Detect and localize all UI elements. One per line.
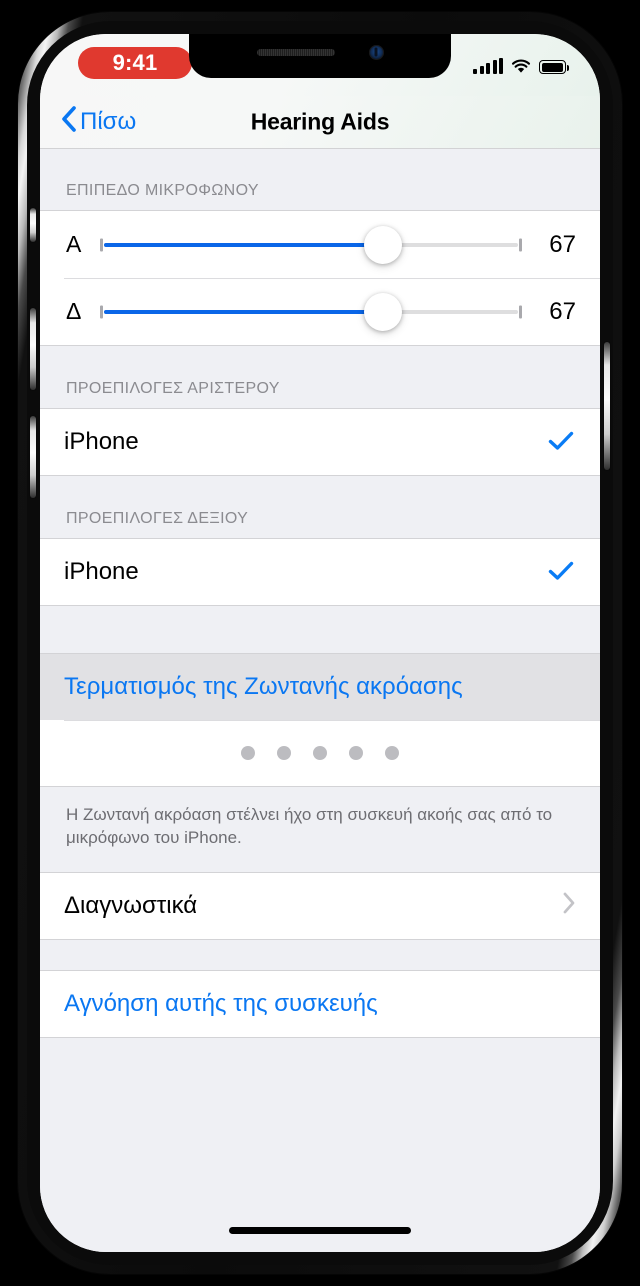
wifi-icon (511, 59, 531, 74)
mic-level-row-right[interactable]: Δ 67 (40, 278, 600, 345)
left-mic-level-slider[interactable] (100, 225, 522, 264)
live-listen-group: Τερματισμός της Ζωντανής ακρόασης (40, 653, 600, 787)
diagnostics-row[interactable]: Διαγνωστικά (40, 872, 600, 939)
slider-track (104, 309, 518, 314)
section-header-right-presets: ΠΡΟΕΠΙΛΟΓΕΣ ΔΕΞΙΟΥ (40, 476, 600, 538)
checkmark-icon (548, 559, 574, 585)
side-power-button[interactable] (604, 342, 610, 470)
page-title: Hearing Aids (250, 108, 390, 135)
left-presets-group: iPhone (40, 408, 600, 476)
right-side-label: Δ (66, 298, 82, 324)
chevron-right-icon (562, 891, 576, 920)
live-listen-level-indicator (40, 720, 600, 786)
checkmark-icon (548, 429, 574, 455)
right-preset-label: iPhone (64, 558, 139, 585)
slider-fill (104, 242, 382, 247)
mic-level-row-left[interactable]: Α 67 (40, 211, 600, 278)
right-presets-group: iPhone (40, 538, 600, 606)
slider-thumb[interactable] (363, 292, 402, 331)
home-indicator[interactable] (229, 1227, 411, 1234)
iphone-screen: 9:41 Πίσω Hearing Aids ΕΠΙΠΕΔΟ ΜΙΚΡΟΦΩΝΟ… (40, 34, 600, 1252)
level-dot (277, 746, 291, 760)
settings-list[interactable]: ΕΠΙΠΕΔΟ ΜΙΚΡΟΦΩΝΟΥ Α 67 Δ 67 ΠΡΟΕΠΙΛΟΓΕΣ… (40, 148, 600, 1252)
volume-down-button[interactable] (30, 416, 36, 498)
slider-fill (104, 309, 382, 314)
diagnostics-label: Διαγνωστικά (64, 891, 198, 919)
forget-device-label: Αγνόηση αυτής της συσκευής (64, 989, 378, 1017)
stop-live-listen-label: Τερματισμός της Ζωντανής ακρόασης (64, 673, 463, 700)
section-header-left-presets: ΠΡΟΕΠΙΛΟΓΕΣ ΑΡΙΣΤΕΡΟΥ (40, 346, 600, 408)
right-preset-row-iphone[interactable]: iPhone (40, 539, 600, 605)
screenshot-stage: 9:41 Πίσω Hearing Aids ΕΠΙΠΕΔΟ ΜΙΚΡΟΦΩΝΟ… (0, 0, 640, 1286)
left-mic-level-value: 67 (549, 230, 576, 258)
level-dot (349, 746, 363, 760)
status-bar-indicators (473, 54, 569, 74)
cellular-bars-icon (473, 58, 503, 74)
front-camera-icon (368, 44, 384, 60)
volume-up-button[interactable] (30, 308, 36, 390)
right-mic-level-value: 67 (549, 297, 576, 325)
navigation-bar: Πίσω Hearing Aids (40, 96, 600, 149)
level-dot (385, 746, 399, 760)
slider-min-cap-icon (100, 238, 103, 251)
battery-full-icon (539, 60, 569, 74)
left-preset-row-iphone[interactable]: iPhone (40, 409, 600, 475)
section-spacer (40, 606, 600, 653)
slider-min-cap-icon (100, 305, 103, 318)
left-preset-label: iPhone (64, 428, 139, 455)
slider-track (104, 242, 518, 247)
recording-time-pill: 9:41 (78, 47, 192, 79)
section-header-mic-level: ΕΠΙΠΕΔΟ ΜΙΚΡΟΦΩΝΟΥ (40, 148, 600, 210)
slider-thumb[interactable] (363, 225, 402, 264)
live-listen-footnote: Η Ζωντανή ακρόαση στέλνει ήχο στη συσκευ… (40, 787, 600, 872)
device-notch (189, 34, 451, 78)
mic-level-group: Α 67 Δ 67 (40, 210, 600, 346)
forget-device-group: Αγνόηση αυτής της συσκευής (40, 969, 600, 1038)
earpiece-speaker-icon (256, 48, 335, 56)
mute-switch-button[interactable] (30, 208, 36, 242)
forget-device-button[interactable]: Αγνόηση αυτής της συσκευής (40, 970, 600, 1037)
slider-max-cap-icon (519, 238, 522, 251)
right-mic-level-slider[interactable] (100, 292, 522, 331)
diagnostics-group: Διαγνωστικά (40, 871, 600, 940)
stop-live-listen-button[interactable]: Τερματισμός της Ζωντανής ακρόασης (40, 654, 600, 720)
section-spacer (40, 939, 600, 970)
slider-max-cap-icon (519, 305, 522, 318)
iphone-device-frame: 9:41 Πίσω Hearing Aids ΕΠΙΠΕΔΟ ΜΙΚΡΟΦΩΝΟ… (18, 12, 622, 1274)
bottom-spacer (40, 1037, 600, 1102)
level-dot (241, 746, 255, 760)
left-side-label: Α (66, 231, 82, 257)
level-dot (313, 746, 327, 760)
